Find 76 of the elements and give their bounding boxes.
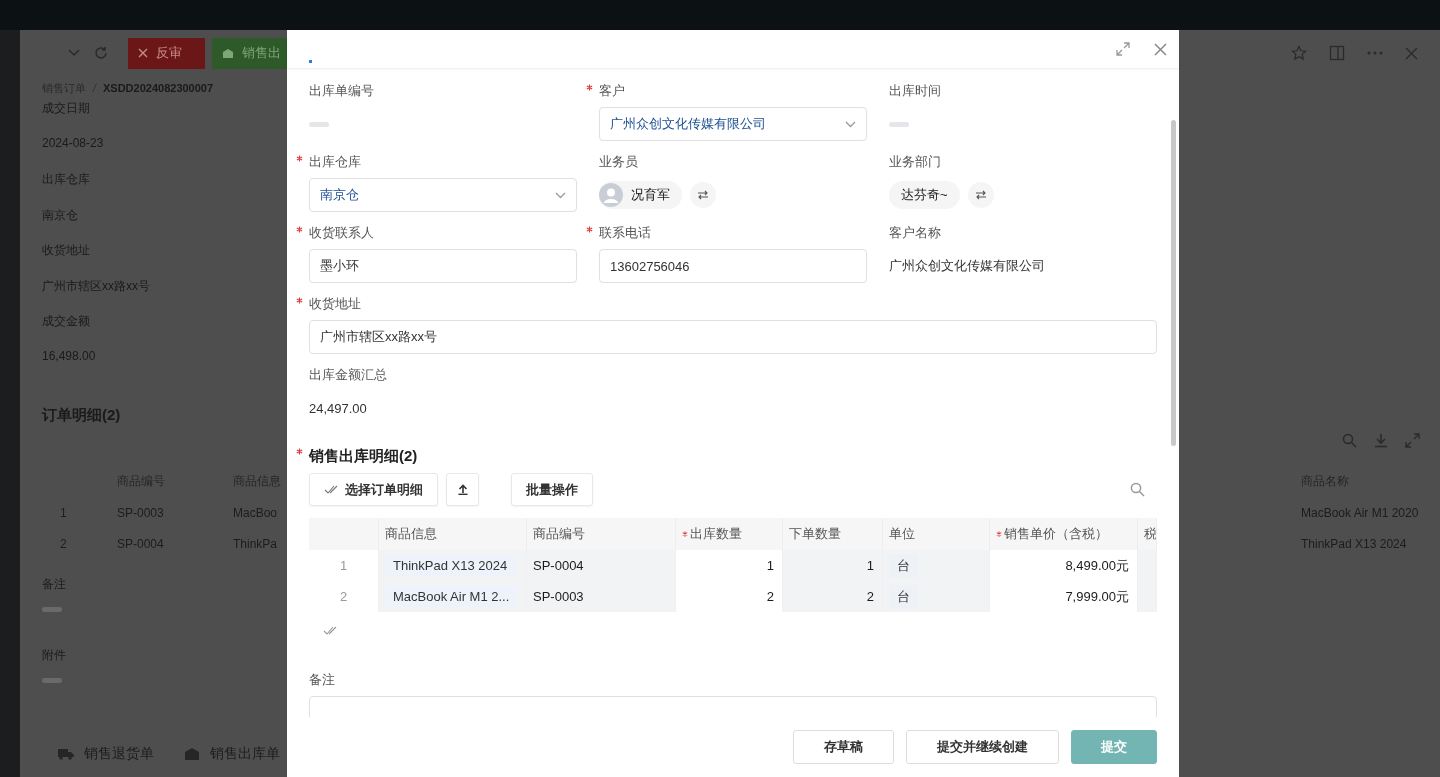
section-title: 销售出库明细(2) bbox=[309, 446, 418, 466]
download-icon[interactable] bbox=[1374, 433, 1388, 448]
input-field[interactable]: 广州市辖区xx路xx号 bbox=[309, 320, 1157, 354]
expand-icon[interactable] bbox=[1116, 42, 1130, 56]
avatar-icon bbox=[599, 183, 623, 207]
field-label: 出库单编号 bbox=[309, 82, 374, 100]
input-field[interactable]: 墨小环 bbox=[309, 249, 577, 283]
empty-value bbox=[309, 121, 329, 127]
double-check-icon bbox=[324, 485, 339, 494]
swap-button[interactable] bbox=[690, 182, 716, 208]
close-icon bbox=[138, 48, 148, 58]
swap-button[interactable] bbox=[967, 182, 994, 208]
truck-icon bbox=[58, 748, 74, 760]
field-label: 出库金额汇总 bbox=[309, 366, 387, 384]
swap-icon bbox=[974, 190, 987, 200]
expand-icon[interactable] bbox=[1405, 433, 1420, 448]
field-label: 联系电话 bbox=[599, 224, 651, 242]
select-field[interactable]: 广州众创文化传媒有限公司 bbox=[599, 107, 867, 141]
empty-value bbox=[42, 607, 62, 612]
chevron-down-icon bbox=[555, 191, 566, 199]
product-tag[interactable]: MacBook Air M1 2... bbox=[385, 586, 518, 607]
field-label: 收货地址 bbox=[309, 295, 361, 313]
close-icon[interactable] bbox=[1405, 46, 1418, 60]
field-label: 业务部门 bbox=[889, 153, 941, 171]
table-cell: SP-0003 bbox=[527, 581, 676, 612]
upload-icon bbox=[457, 484, 468, 495]
unit-tag: 台 bbox=[889, 553, 918, 578]
star-icon[interactable] bbox=[1291, 45, 1307, 61]
double-check-icon[interactable] bbox=[323, 625, 338, 635]
section-marker bbox=[309, 59, 312, 63]
empty-value bbox=[889, 121, 909, 127]
required-icon bbox=[296, 448, 303, 455]
input-field[interactable]: 13602756046 bbox=[599, 249, 867, 283]
required-icon bbox=[296, 226, 303, 233]
field-label: 出库时间 bbox=[889, 82, 941, 100]
member-chip[interactable]: 达芬奇~ bbox=[889, 181, 960, 209]
table-cell: 2 bbox=[783, 581, 883, 612]
toolbar-button[interactable]: 反审 bbox=[128, 37, 205, 69]
field-value: 24,497.00 bbox=[309, 400, 367, 416]
refresh-icon[interactable] bbox=[94, 46, 108, 60]
required-icon bbox=[682, 531, 688, 537]
field-value: 广州众创文化传媒有限公司 bbox=[889, 257, 1045, 275]
required-icon bbox=[296, 155, 303, 162]
footer-button[interactable]: 提交并继续创建 bbox=[906, 730, 1059, 764]
required-icon bbox=[996, 531, 1002, 537]
upload-button[interactable] bbox=[446, 473, 479, 506]
field-label: 客户名称 bbox=[889, 224, 941, 242]
box-icon bbox=[222, 47, 234, 59]
panel-icon[interactable] bbox=[1329, 45, 1345, 61]
more-icon[interactable] bbox=[1367, 51, 1383, 55]
box-icon bbox=[184, 747, 200, 761]
search-icon[interactable] bbox=[1342, 433, 1357, 448]
swap-icon bbox=[697, 190, 709, 200]
field-label: 客户 bbox=[599, 82, 625, 100]
unit-tag: 台 bbox=[889, 584, 918, 609]
close-icon[interactable] bbox=[1154, 42, 1167, 56]
select-rows-button[interactable]: 选择订单明细 bbox=[309, 473, 438, 506]
table-cell: 1 bbox=[783, 550, 883, 581]
chevron-down-icon bbox=[845, 120, 856, 128]
field-label: 收货联系人 bbox=[309, 224, 374, 242]
field-label: 业务员 bbox=[599, 153, 638, 171]
select-field[interactable]: 南京仓 bbox=[309, 178, 577, 212]
separator-icon bbox=[92, 83, 97, 93]
product-tag[interactable]: ThinkPad X13 2024 bbox=[385, 555, 516, 576]
table-cell: SP-0004 bbox=[527, 550, 676, 581]
required-icon bbox=[586, 226, 593, 233]
field-label: 备注 bbox=[309, 671, 335, 689]
required-icon bbox=[296, 297, 303, 304]
member-chip[interactable]: 况育军 bbox=[599, 181, 682, 209]
empty-value bbox=[42, 678, 62, 683]
search-icon[interactable] bbox=[1130, 482, 1145, 497]
required-icon bbox=[586, 84, 593, 91]
footer-button[interactable]: 存草稿 bbox=[793, 730, 894, 764]
chevron-down-icon[interactable] bbox=[68, 49, 80, 57]
batch-button[interactable]: 批量操作 bbox=[511, 473, 593, 506]
field-label: 出库仓库 bbox=[309, 153, 361, 171]
